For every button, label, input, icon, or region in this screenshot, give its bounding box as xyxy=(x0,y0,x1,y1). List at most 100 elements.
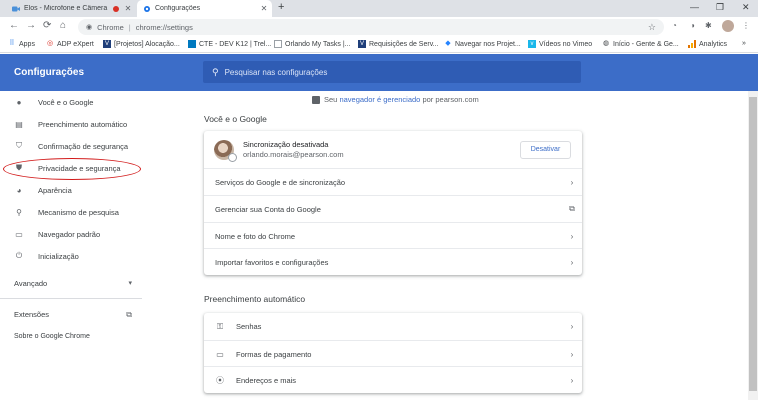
extension-icon[interactable]: ◑ xyxy=(690,21,695,30)
chevron-down-icon: ▾ xyxy=(128,280,132,287)
section-title-you-and-google: Você e o Google xyxy=(204,114,267,124)
row-label: Nome e foto do Chrome xyxy=(215,231,296,241)
autofill-card: ⚿ Senhas › ▭ Formas de pagamento › ⦿ End… xyxy=(204,313,582,393)
close-window-button[interactable]: ✕ xyxy=(742,2,750,13)
disable-sync-button[interactable]: Desativar xyxy=(520,140,571,159)
trello-icon xyxy=(188,40,196,48)
bookmarks-overflow-icon[interactable]: » xyxy=(742,40,746,47)
analytics-icon xyxy=(688,40,696,48)
sidebar-extensions-label: Extensões xyxy=(14,310,50,319)
sidebar-item-safety-check[interactable]: ⛉ Confirmação de segurança xyxy=(0,135,142,157)
bookmark-navegar[interactable]: ◆ Navegar nos Projet... xyxy=(444,40,521,48)
row-label: Senhas xyxy=(236,322,262,331)
bookmark-label: Analytics xyxy=(699,40,728,48)
close-tab-icon[interactable]: ✕ xyxy=(123,4,133,13)
maximize-button[interactable]: ❐ xyxy=(716,2,724,13)
section-title-autofill: Preenchimento automático xyxy=(204,294,306,304)
tab-title: Elos - Microfone e Câmera xyxy=(24,5,108,12)
row-manage-account[interactable]: Gerenciar sua Conta do Google ⧉ xyxy=(204,195,582,222)
row-passwords[interactable]: ⚿ Senhas › xyxy=(204,313,582,340)
bookmark-inicio[interactable]: ◍ Início - Gente & Ge... xyxy=(602,40,679,48)
bookmark-adp[interactable]: ◎ ADP eXpert xyxy=(46,40,94,48)
sidebar-advanced-toggle[interactable]: Avançado ▾ xyxy=(14,279,132,288)
chrome-page-icon: ◉ xyxy=(86,24,93,31)
sidebar-advanced-label: Avançado xyxy=(14,279,48,288)
sidebar-item-default-browser[interactable]: ▭ Navegador padrão xyxy=(0,223,142,245)
reload-icon[interactable]: ⟳ xyxy=(43,20,51,31)
forward-icon[interactable]: → xyxy=(26,20,36,31)
bookmark-v-icon: V xyxy=(103,40,111,48)
bookmark-cte[interactable]: CTE - DEV K12 | Trel... xyxy=(188,40,271,48)
settings-gear-icon xyxy=(143,5,151,13)
sidebar-item-startup[interactable]: ⏻ Inicialização xyxy=(0,245,142,267)
managed-link[interactable]: navegador é gerenciado xyxy=(339,95,420,104)
managed-browser-banner: Seu navegador é gerenciado por pearson.c… xyxy=(312,95,479,104)
adp-icon: ◎ xyxy=(46,40,54,47)
bookmark-orlando[interactable]: Orlando My Tasks |... xyxy=(274,40,351,48)
vimeo-icon: v xyxy=(528,40,536,48)
puzzle-icon[interactable]: ✱ xyxy=(705,21,712,30)
close-tab-icon[interactable]: ✕ xyxy=(259,4,269,13)
tab-elos[interactable]: Elos - Microfone e Câmera ✕ xyxy=(6,0,136,17)
open-external-icon: ⧉ xyxy=(569,204,575,213)
you-and-google-card: Sincronização desativada orlando.morais@… xyxy=(204,131,582,275)
row-name-and-photo[interactable]: Nome e foto do Chrome › xyxy=(204,222,582,249)
sidebar-item-appearance[interactable]: ◕ Aparência xyxy=(0,179,142,201)
row-label: Serviços do Google e de sincronização xyxy=(215,177,346,187)
row-label: Importar favoritos e configurações xyxy=(215,257,329,267)
sidebar-item-label: Mecanismo de pesquisa xyxy=(38,207,119,217)
bookmark-label: Orlando My Tasks |... xyxy=(285,40,351,48)
person-icon: ● xyxy=(16,97,22,107)
page-scrollbar[interactable] xyxy=(748,91,758,400)
sidebar-item-about[interactable]: Sobre o Google Chrome xyxy=(14,333,90,340)
new-tab-button[interactable]: + xyxy=(278,1,284,13)
bookmark-star-icon[interactable]: ☆ xyxy=(648,22,656,33)
row-addresses[interactable]: ⦿ Endereços e mais › xyxy=(204,366,582,393)
bookmark-projetos[interactable]: V [Projetos] Alocação... xyxy=(103,40,180,48)
chevron-right-icon: › xyxy=(570,322,574,331)
address-url: chrome://settings xyxy=(135,22,193,32)
chevron-right-icon: › xyxy=(570,375,574,385)
palette-icon: ◕ xyxy=(16,185,22,195)
open-external-icon: ⧉ xyxy=(126,310,132,319)
extension-icon[interactable]: ◔ xyxy=(672,21,677,30)
bookmark-vimeo[interactable]: v Vídeos no Vimeo xyxy=(528,40,592,48)
banner-suffix: por pearson.com xyxy=(422,95,479,104)
building-icon xyxy=(312,95,320,104)
bookmark-v-icon: V xyxy=(358,40,366,48)
sidebar-item-autofill[interactable]: ▤ Preenchimento automático xyxy=(0,113,142,135)
chevron-right-icon: › xyxy=(570,257,574,267)
location-pin-icon: ⦿ xyxy=(216,375,224,385)
bookmark-analytics[interactable]: Analytics xyxy=(688,40,727,48)
minimize-button[interactable]: — xyxy=(690,2,699,12)
sync-off-badge-icon xyxy=(228,152,237,162)
bookmark-label: Navegar nos Projet... xyxy=(455,40,521,48)
home-icon[interactable]: ⌂ xyxy=(60,20,66,31)
settings-search-input[interactable]: ⚲ Pesquisar nas configurações xyxy=(203,61,581,83)
settings-header: Configurações ⚲ Pesquisar nas configuraç… xyxy=(0,54,758,91)
key-icon: ⚿ xyxy=(216,321,224,331)
settings-sidebar: ● Você e o Google ▤ Preenchimento automá… xyxy=(0,91,142,400)
profile-avatar[interactable] xyxy=(722,20,734,32)
more-menu-icon[interactable]: ⋮ xyxy=(742,21,750,30)
back-icon[interactable]: ← xyxy=(9,20,19,31)
sidebar-item-extensions[interactable]: Extensões ⧉ xyxy=(14,310,132,320)
sidebar-item-you-and-google[interactable]: ● Você e o Google xyxy=(0,91,142,113)
row-import-bookmarks[interactable]: Importar favoritos e configurações › xyxy=(204,248,582,275)
tab-strip: Elos - Microfone e Câmera ✕ Configuraçõe… xyxy=(0,0,758,17)
bookmark-apps[interactable]: ⠿ Apps xyxy=(8,40,35,48)
row-payment-methods[interactable]: ▭ Formas de pagamento › xyxy=(204,340,582,367)
sidebar-item-label: Inicialização xyxy=(38,251,79,261)
bookmark-label: ADP eXpert xyxy=(57,40,94,48)
sidebar-item-search-engine[interactable]: ⚲ Mecanismo de pesquisa xyxy=(0,201,142,223)
address-scheme: Chrome xyxy=(97,22,124,32)
address-bar[interactable]: ◉ Chrome | chrome://settings ☆ xyxy=(78,19,664,35)
chevron-right-icon: › xyxy=(570,231,574,241)
row-google-services[interactable]: Serviços do Google e de sincronização › xyxy=(204,168,582,195)
sync-row: Sincronização desativada orlando.morais@… xyxy=(204,131,582,168)
tab-configuracoes[interactable]: Configurações ✕ xyxy=(137,0,272,17)
bookmark-requisicoes[interactable]: V Requisições de Serv... xyxy=(358,40,439,48)
scrollbar-thumb[interactable] xyxy=(749,97,757,391)
sidebar-item-label: Confirmação de segurança xyxy=(38,141,129,151)
recording-indicator-icon xyxy=(113,5,119,12)
